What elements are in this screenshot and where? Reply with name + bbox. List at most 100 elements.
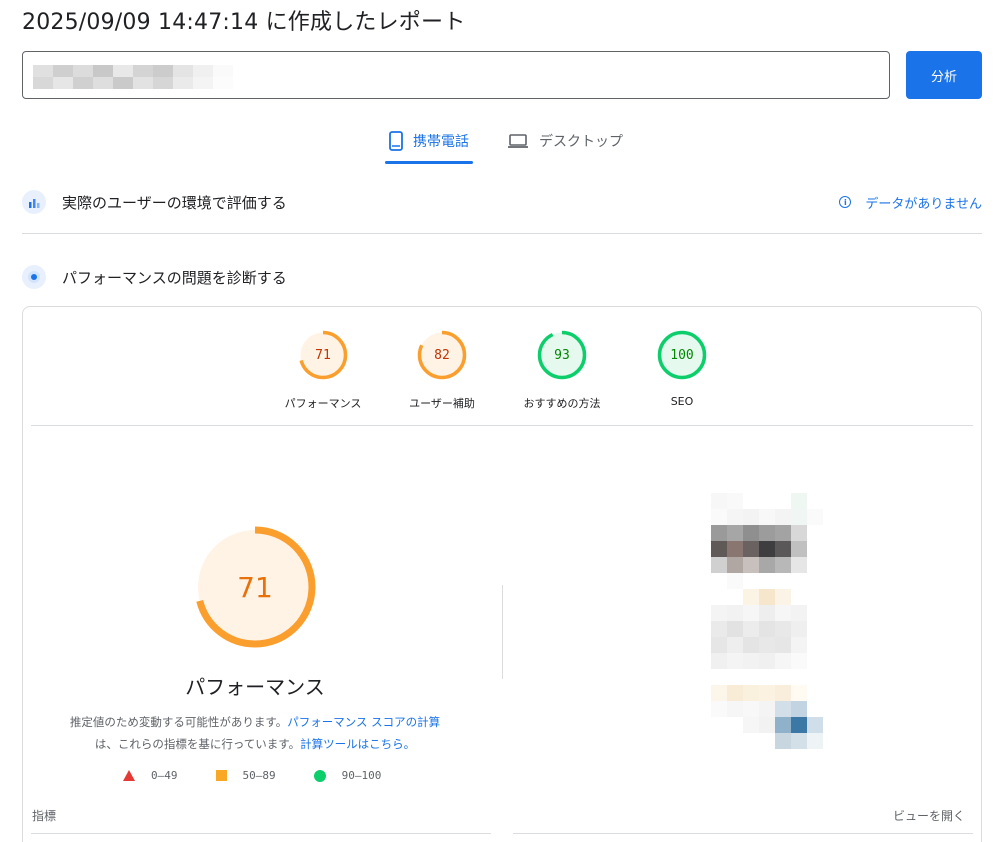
tab-mobile[interactable]: 携帯電話 [385, 122, 473, 164]
thumbnail-pixel [775, 509, 791, 525]
thumbnail-pixel [727, 749, 743, 765]
thumbnail-pixel [743, 701, 759, 717]
thumbnail-pixel [695, 557, 711, 573]
tab-desktop[interactable]: デスクトップ [503, 122, 627, 160]
view-toggle-link[interactable]: ビューを開く [893, 807, 965, 824]
thumbnail-pixel [695, 637, 711, 653]
analyze-button[interactable]: 分析 [906, 51, 982, 99]
thumbnail-pixel [695, 541, 711, 557]
thumbnail-pixel [727, 557, 743, 573]
thumbnail-pixel [711, 621, 727, 637]
mosaic-cell [193, 77, 213, 89]
no-data-link[interactable]: i データがありません [839, 193, 982, 212]
thumbnail-pixel [759, 493, 775, 509]
thumbnail-pixel [727, 717, 743, 733]
thumbnail-pixel [807, 509, 823, 525]
thumbnail-pixel [679, 605, 695, 621]
thumbnail-pixel [775, 493, 791, 509]
thumbnail-pixel [791, 621, 807, 637]
mosaic-cell [133, 77, 153, 89]
thumbnail-pixel [791, 669, 807, 685]
users-chart-icon [22, 190, 46, 214]
desc-text-2: は、これらの指標を基に行っています。 [94, 737, 301, 751]
thumbnail-pixel [775, 589, 791, 605]
thumbnail-pixel [807, 557, 823, 573]
thumbnail-pixel [759, 605, 775, 621]
score-gauge-accessibility[interactable]: 82 ユーザー補助 [387, 329, 497, 411]
legend-fail: 0–49 [123, 769, 178, 782]
thumbnail-pixel [679, 621, 695, 637]
thumbnail-pixel [775, 701, 791, 717]
score-label: おすすめの方法 [523, 397, 601, 410]
legend-average: 50–89 [215, 769, 276, 782]
thumbnail-pixel [743, 541, 759, 557]
legend-label: 0–49 [151, 769, 178, 782]
score-gauge-performance[interactable]: 71 パフォーマンス [268, 329, 378, 411]
thumbnail-pixel [711, 637, 727, 653]
mosaic-cell [153, 65, 173, 77]
thumbnail-pixel [743, 653, 759, 669]
thumbnail-pixel [823, 669, 839, 685]
thumbnail-pixel [695, 573, 711, 589]
thumbnail-pixel [823, 525, 839, 541]
thumbnail-pixel [759, 733, 775, 749]
thumbnail-pixel [711, 589, 727, 605]
thumbnail-pixel [791, 733, 807, 749]
mosaic-cell [173, 65, 193, 77]
url-input[interactable] [22, 51, 890, 99]
thumbnail-pixel [679, 749, 695, 765]
diagnose-icon [22, 265, 46, 289]
thumbnail-pixel [775, 653, 791, 669]
calculator-link[interactable]: 計算ツールはこちら。 [300, 737, 415, 751]
score-gauge-best-practices[interactable]: 93 おすすめの方法 [507, 329, 617, 411]
thumbnail-pixel [823, 701, 839, 717]
thumbnail-pixel [695, 493, 711, 509]
thumbnail-pixel [695, 685, 711, 701]
thumbnail-pixel [727, 573, 743, 589]
thumbnail-pixel [679, 637, 695, 653]
thumbnail-pixel [807, 525, 823, 541]
thumbnail-pixel [711, 541, 727, 557]
thumbnail-pixel [695, 653, 711, 669]
thumbnail-pixel [727, 509, 743, 525]
thumbnail-pixel [679, 573, 695, 589]
thumbnail-pixel [791, 653, 807, 669]
thumbnail-pixel [791, 573, 807, 589]
score-calc-link[interactable]: パフォーマンス スコアの計算 [287, 715, 440, 729]
thumbnail-pixel [759, 717, 775, 733]
square-icon [215, 770, 227, 781]
score-label: SEO [670, 395, 694, 408]
thumbnail-pixel [807, 653, 823, 669]
mosaic-cell [173, 77, 193, 89]
thumbnail-pixel [695, 589, 711, 605]
thumbnail-pixel [791, 717, 807, 733]
mosaic-cell [53, 77, 73, 89]
thumbnail-pixel [759, 653, 775, 669]
thumbnail-pixel [727, 701, 743, 717]
thumbnail-pixel [759, 589, 775, 605]
thumbnail-pixel [711, 605, 727, 621]
thumbnail-pixel [695, 717, 711, 733]
thumbnail-pixel [711, 669, 727, 685]
thumbnail-pixel [679, 557, 695, 573]
device-tabs: 携帯電話 デスクトップ [385, 122, 657, 166]
score-gauge-seo[interactable]: 100 SEO [627, 329, 737, 408]
thumbnail-pixel [711, 557, 727, 573]
mosaic-cell [213, 77, 233, 89]
thumbnail-pixel [679, 541, 695, 557]
tab-mobile-label: 携帯電話 [413, 134, 469, 150]
thumbnail-pixel [823, 653, 839, 669]
thumbnail-pixel [759, 637, 775, 653]
thumbnail-pixel [775, 733, 791, 749]
thumbnail-pixel [727, 637, 743, 653]
thumbnail-pixel [743, 749, 759, 765]
obscured-url [33, 65, 233, 89]
thumbnail-pixel [759, 509, 775, 525]
thumbnail-pixel [743, 509, 759, 525]
performance-title: パフォーマンス [185, 675, 325, 699]
thumbnail-pixel [791, 557, 807, 573]
score-legend: 0–49 50–89 90–100 [123, 769, 419, 782]
thumbnail-pixel [823, 509, 839, 525]
mosaic-cell [153, 77, 173, 89]
thumbnail-pixel [695, 733, 711, 749]
